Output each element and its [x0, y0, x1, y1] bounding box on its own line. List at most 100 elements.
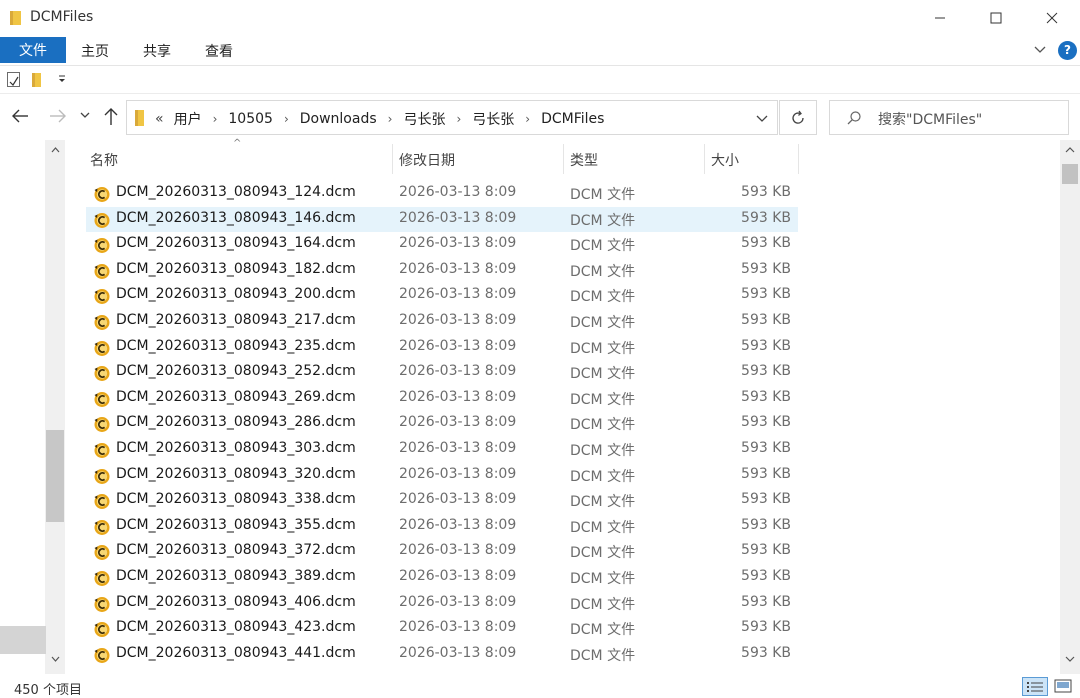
recent-locations-chevron-icon[interactable] [79, 110, 91, 120]
tab-share[interactable]: 共享 [143, 41, 171, 61]
table-row[interactable]: DCM_20260313_080943_423.dcm 2026-03-13 8:… [86, 616, 798, 642]
file-size: 593 KB [741, 363, 791, 380]
breadcrumb-item[interactable]: 用户 [174, 109, 202, 129]
file-type: DCM 文件 [570, 468, 636, 485]
file-type: DCM 文件 [570, 442, 636, 459]
breadcrumb-separator-icon[interactable]: › [456, 112, 461, 126]
column-header-size[interactable]: 大小 [711, 140, 739, 176]
scroll-down-icon[interactable] [51, 656, 60, 663]
breadcrumb-item[interactable]: 10505 [228, 111, 273, 127]
refresh-icon [792, 110, 804, 124]
tab-view[interactable]: 查看 [205, 41, 233, 61]
table-row[interactable]: DCM_20260313_080943_338.dcm 2026-03-13 8:… [86, 488, 798, 514]
file-modified-date: 2026-03-13 8:09 [399, 414, 517, 431]
breadcrumb-separator-icon[interactable]: › [388, 112, 393, 126]
column-divider[interactable] [798, 144, 799, 174]
breadcrumb-separator-icon[interactable]: › [213, 112, 218, 126]
file-explorer-window: DCMFiles 文件 主页 共享 查看 ? « 用户 › 10505 › Do… [0, 0, 1080, 698]
file-name: DCM_20260313_080943_441.dcm [116, 644, 356, 661]
search-box[interactable]: 搜索"DCMFiles" [829, 100, 1069, 135]
breadcrumb-item[interactable]: 弓长张 [403, 109, 445, 129]
breadcrumb-item[interactable]: Downloads [300, 111, 377, 127]
up-arrow-icon[interactable] [101, 106, 121, 126]
table-row[interactable]: DCM_20260313_080943_286.dcm 2026-03-13 8:… [86, 411, 798, 437]
tab-home[interactable]: 主页 [81, 41, 109, 61]
search-input[interactable]: 搜索"DCMFiles" [878, 109, 982, 129]
dicom-file-icon [94, 391, 110, 407]
help-button[interactable]: ? [1058, 41, 1077, 60]
file-modified-date: 2026-03-13 8:09 [399, 619, 517, 636]
address-bar[interactable]: « 用户 › 10505 › Downloads › 弓长张 › 弓长张 › D… [126, 100, 778, 135]
breadcrumb-item[interactable]: 弓长张 [472, 109, 514, 129]
chevron-down-icon[interactable] [1033, 43, 1047, 57]
file-size: 593 KB [741, 516, 791, 533]
breadcrumb-separator-icon[interactable]: › [284, 112, 289, 126]
file-name: DCM_20260313_080943_320.dcm [116, 465, 356, 482]
breadcrumb-item[interactable]: DCMFiles [541, 111, 604, 127]
table-row[interactable]: DCM_20260313_080943_406.dcm 2026-03-13 8:… [86, 591, 798, 617]
dicom-file-icon [94, 187, 110, 202]
new-folder-icon[interactable] [32, 73, 41, 87]
back-arrow-icon[interactable] [10, 106, 30, 126]
table-row[interactable]: DCM_20260313_080943_200.dcm 2026-03-13 8:… [86, 283, 798, 309]
table-row[interactable]: DCM_20260313_080943_124.dcm 2026-03-13 8:… [86, 181, 798, 207]
forward-arrow-icon[interactable] [48, 106, 68, 126]
table-row[interactable]: DCM_20260313_080943_441.dcm 2026-03-13 8:… [86, 642, 798, 668]
column-headers: ^ 名称 修改日期 类型 大小 [80, 138, 800, 176]
table-row[interactable]: DCM_20260313_080943_164.dcm 2026-03-13 8:… [86, 232, 798, 258]
address-history-chevron-icon[interactable] [755, 114, 769, 124]
table-row[interactable]: DCM_20260313_080943_320.dcm 2026-03-13 8:… [86, 463, 798, 489]
scrollbar-thumb[interactable] [1062, 164, 1078, 184]
column-divider[interactable] [392, 144, 393, 174]
file-size: 593 KB [741, 465, 791, 482]
table-row[interactable]: DCM_20260313_080943_269.dcm 2026-03-13 8:… [86, 386, 798, 412]
table-row[interactable]: DCM_20260313_080943_372.dcm 2026-03-13 8:… [86, 539, 798, 565]
file-modified-date: 2026-03-13 8:09 [399, 491, 517, 508]
file-list-scrollbar[interactable] [1060, 140, 1080, 674]
column-divider[interactable] [563, 144, 564, 174]
table-row[interactable]: DCM_20260313_080943_252.dcm 2026-03-13 8:… [86, 360, 798, 386]
folder-icon [135, 110, 144, 126]
maximize-icon [990, 12, 1002, 24]
scroll-up-icon[interactable] [1065, 146, 1075, 153]
details-view-button[interactable] [1022, 677, 1048, 696]
large-icons-view-button[interactable] [1052, 677, 1074, 696]
table-row[interactable]: DCM_20260313_080943_389.dcm 2026-03-13 8:… [86, 565, 798, 591]
column-header-type[interactable]: 类型 [570, 140, 598, 176]
tab-file[interactable]: 文件 [0, 37, 66, 63]
file-name: DCM_20260313_080943_235.dcm [116, 337, 356, 354]
scrollbar-thumb[interactable] [46, 430, 64, 522]
refresh-button[interactable] [779, 100, 817, 135]
scroll-up-icon[interactable] [51, 146, 60, 153]
file-name: DCM_20260313_080943_146.dcm [116, 209, 356, 226]
file-name: DCM_20260313_080943_124.dcm [116, 184, 356, 200]
navigation-bar: « 用户 › 10505 › Downloads › 弓长张 › 弓长张 › D… [0, 94, 1080, 140]
breadcrumb-separator-icon[interactable]: › [525, 112, 530, 126]
details-view-icon [1027, 682, 1043, 692]
maximize-button[interactable] [970, 0, 1022, 36]
column-divider[interactable] [704, 144, 705, 174]
file-type: DCM 文件 [570, 340, 636, 357]
file-modified-date: 2026-03-13 8:09 [399, 337, 517, 354]
ribbon-tabs: 文件 主页 共享 查看 ? [0, 36, 1080, 66]
table-row[interactable]: DCM_20260313_080943_235.dcm 2026-03-13 8:… [86, 335, 798, 361]
table-row[interactable]: DCM_20260313_080943_217.dcm 2026-03-13 8:… [86, 309, 798, 335]
navigation-pane-scrollbar[interactable] [45, 140, 65, 674]
large-icons-view-icon [1054, 679, 1072, 693]
customize-dropdown-icon[interactable] [57, 71, 67, 85]
table-row[interactable]: DCM_20260313_080943_182.dcm 2026-03-13 8:… [86, 258, 798, 284]
table-row[interactable]: DCM_20260313_080943_146.dcm 2026-03-13 8:… [86, 206, 798, 233]
close-button[interactable] [1026, 0, 1078, 36]
column-header-date[interactable]: 修改日期 [399, 140, 455, 176]
properties-checkbox-icon[interactable] [7, 72, 20, 87]
file-type: DCM 文件 [570, 417, 636, 434]
item-count: 450 个项目 [14, 683, 82, 698]
breadcrumb-overflow[interactable]: « [155, 111, 164, 127]
minimize-button[interactable] [914, 0, 966, 36]
scroll-down-icon[interactable] [1065, 656, 1075, 663]
column-header-name[interactable]: 名称 [90, 140, 118, 176]
file-size: 593 KB [741, 337, 791, 354]
file-size: 593 KB [741, 184, 791, 200]
table-row[interactable]: DCM_20260313_080943_303.dcm 2026-03-13 8:… [86, 437, 798, 463]
table-row[interactable]: DCM_20260313_080943_355.dcm 2026-03-13 8:… [86, 514, 798, 540]
